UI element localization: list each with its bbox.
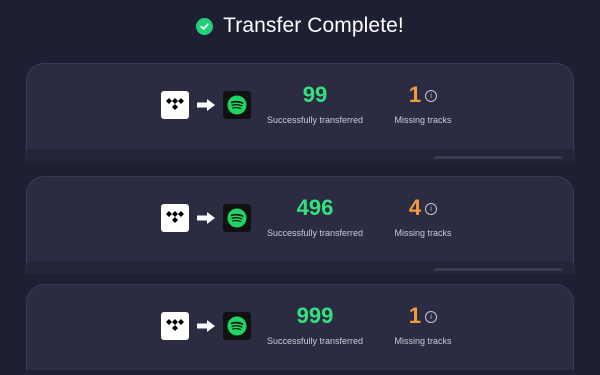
transfer-card: 496 Successfully transferred 4 i Missing… [26, 176, 574, 262]
transferred-stat: 496 Successfully transferred [263, 195, 367, 238]
tidal-logo-icon [161, 312, 189, 340]
transferred-count: 99 [302, 82, 328, 107]
transfer-card: 999 Successfully transferred 1 i Missing… [26, 284, 574, 370]
missing-label: Missing tracks [394, 336, 452, 346]
page-title: Transfer Complete! [223, 14, 404, 37]
missing-stat: 1 i Missing tracks [381, 303, 465, 346]
transfer-route [161, 91, 251, 119]
transferred-count: 496 [296, 195, 334, 220]
transferred-label: Successfully transferred [266, 228, 364, 238]
transferred-label: Successfully transferred [266, 115, 364, 125]
spotify-logo-icon [223, 204, 251, 232]
arrow-right-icon [195, 97, 217, 113]
info-icon[interactable]: i [425, 311, 438, 323]
missing-label: Missing tracks [394, 228, 452, 238]
missing-count: 1 [408, 303, 422, 328]
missing-stat: 1 i Missing tracks [381, 82, 465, 125]
card-tab-edge [434, 156, 562, 159]
tidal-logo-icon [161, 204, 189, 232]
arrow-right-icon [195, 210, 217, 226]
missing-count: 1 [408, 82, 422, 107]
missing-count: 4 [408, 195, 422, 220]
spotify-logo-icon [223, 91, 251, 119]
missing-stat: 4 i Missing tracks [381, 195, 465, 238]
transfer-route [161, 312, 251, 340]
card-tab-edge [434, 268, 562, 271]
transferred-stat: 99 Successfully transferred [263, 82, 367, 125]
transferred-label: Successfully transferred [266, 336, 364, 346]
info-icon[interactable]: i [425, 90, 438, 102]
spotify-logo-icon [223, 312, 251, 340]
transfer-route [161, 204, 251, 232]
transfer-complete-header: Transfer Complete! [0, 14, 600, 38]
arrow-right-icon [195, 318, 217, 334]
missing-label: Missing tracks [394, 115, 452, 125]
tidal-logo-icon [161, 91, 189, 119]
transfer-card: 99 Successfully transferred 1 i Missing … [26, 63, 574, 149]
transferred-stat: 999 Successfully transferred [263, 303, 367, 346]
info-icon[interactable]: i [425, 203, 438, 215]
check-circle-icon [196, 17, 214, 35]
transferred-count: 999 [296, 303, 334, 328]
card-footer-strip [26, 149, 574, 161]
